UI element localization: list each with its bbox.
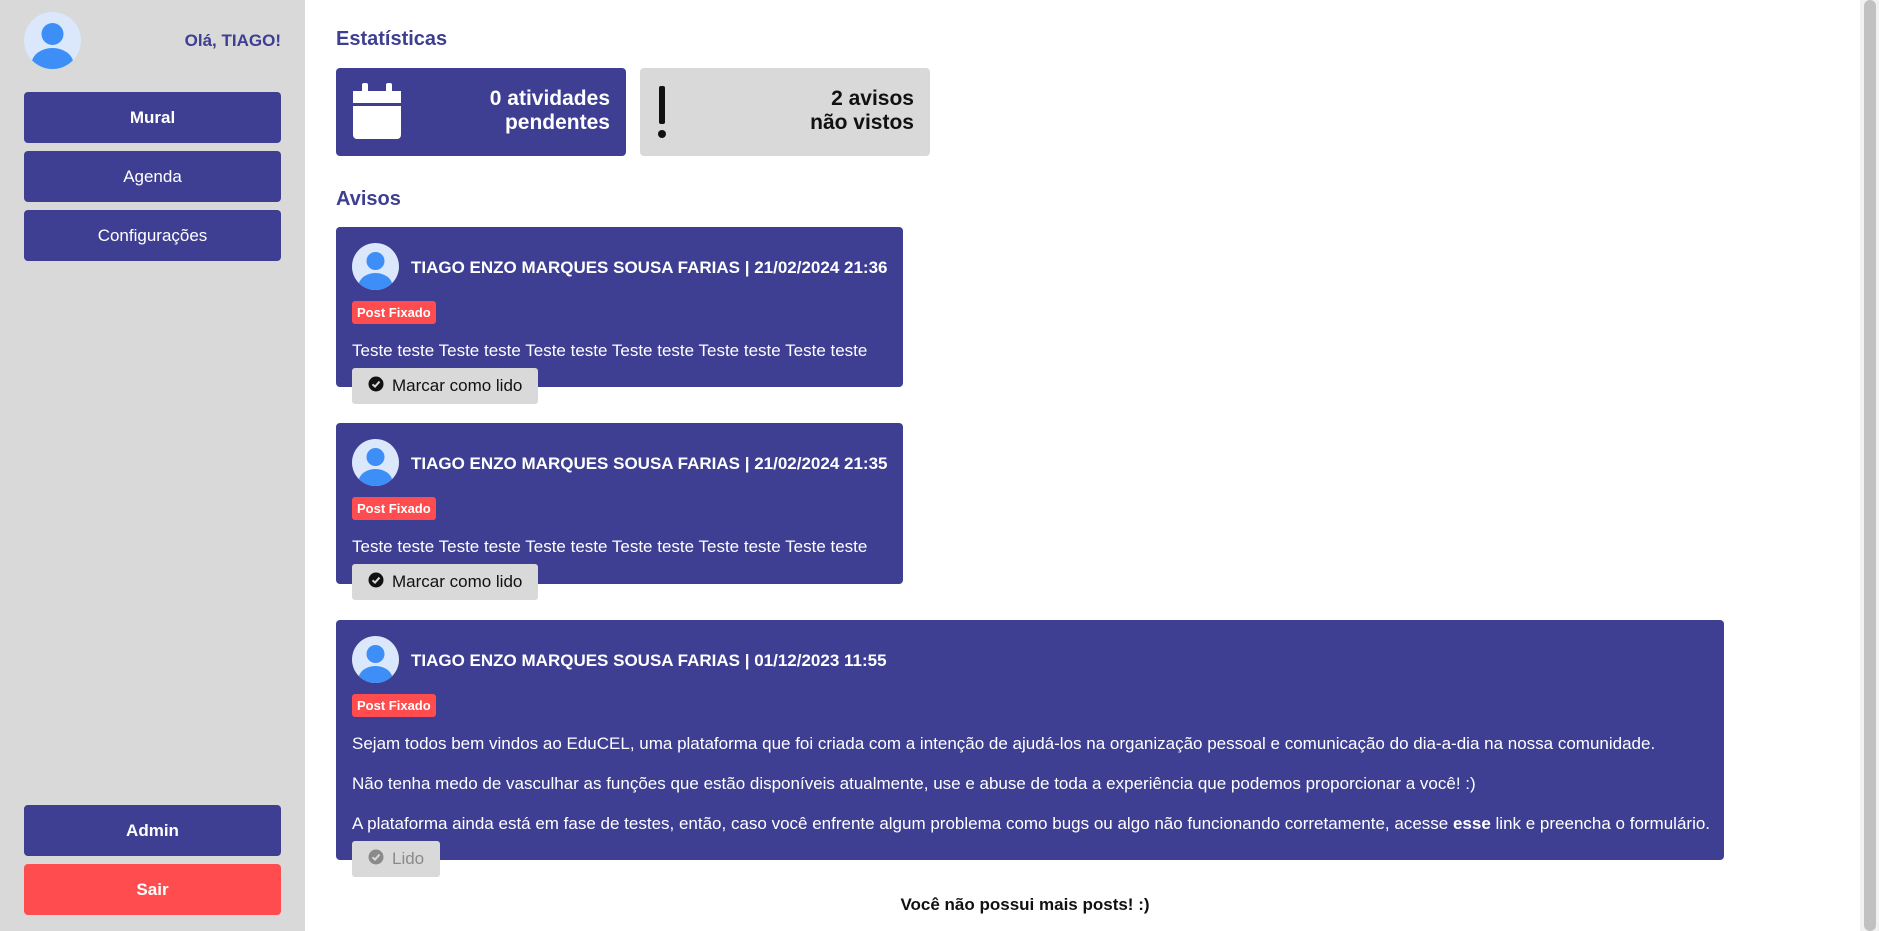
read-status-label: Lido [392, 849, 425, 868]
pending-activities-card: 0 atividades pendentes [336, 68, 626, 156]
pending-activities-label: pendentes [504, 111, 610, 134]
post-paragraph: Teste teste Teste teste Teste teste Test… [352, 341, 868, 360]
paragraph-text-before: A plataforma ainda está em fase de teste… [352, 814, 1453, 833]
stats-title: Estatísticas [336, 28, 448, 50]
post-paragraph: A plataforma ainda está em fase de teste… [352, 813, 1710, 835]
check-badge-icon [368, 376, 384, 397]
mark-as-read-label: Marcar como lido [392, 572, 523, 591]
user-avatar-icon [24, 12, 81, 69]
post-card: TIAGO ENZO MARQUES SOUSA FARIAS | 01/12/… [336, 620, 1724, 877]
check-badge-icon [368, 849, 384, 870]
unseen-notices-text: 2 avisos não vistos [810, 87, 914, 135]
post-paragraph: Teste teste Teste teste Teste teste Test… [352, 537, 868, 556]
calendar-icon [351, 83, 403, 146]
scrollbar[interactable] [1860, 0, 1879, 931]
pinned-badge: Post Fixado [352, 694, 436, 717]
form-link[interactable]: esse [1453, 814, 1491, 833]
author-avatar-icon [352, 439, 399, 486]
read-status-button[interactable]: Lido [352, 841, 441, 877]
notices-title: Avisos [336, 188, 401, 210]
mark-as-read-button[interactable]: Marcar como lido [352, 564, 539, 600]
check-badge-icon [368, 572, 384, 593]
unseen-notices-card: 2 avisos não vistos [640, 68, 930, 156]
author-avatar-icon [352, 636, 399, 683]
author-avatar-icon [352, 243, 399, 290]
logout-button[interactable]: Sair [24, 864, 281, 915]
post-header: TIAGO ENZO MARQUES SOUSA FARIAS | 01/12/… [411, 651, 887, 670]
admin-button[interactable]: Admin [24, 805, 281, 856]
profile-header: Olá, TIAGO! [24, 12, 281, 69]
pinned-badge: Post Fixado [352, 301, 436, 324]
unseen-notices-label: não vistos [810, 111, 914, 134]
scrollbar-thumb[interactable] [1864, 0, 1876, 931]
main-content: Estatísticas 0 atividades pendentes 2 av… [305, 0, 1860, 931]
post-card: TIAGO ENZO MARQUES SOUSA FARIAS | 21/02/… [336, 227, 903, 404]
post-header: TIAGO ENZO MARQUES SOUSA FARIAS | 21/02/… [411, 258, 888, 277]
unseen-notices-count: 2 avisos [831, 87, 914, 110]
nav-config-button[interactable]: Configurações [24, 210, 281, 261]
post-body: Sejam todos bem vindos ao EduCEL, uma pl… [352, 733, 1710, 853]
greeting-text: Olá, TIAGO! [184, 31, 281, 50]
pending-activities-count: 0 atividades [489, 87, 610, 110]
pinned-badge: Post Fixado [352, 497, 436, 520]
nav-agenda-button[interactable]: Agenda [24, 151, 281, 202]
mark-as-read-button[interactable]: Marcar como lido [352, 368, 539, 404]
end-of-posts-message: Você não possui mais posts! :) [900, 895, 1150, 914]
post-paragraph: Não tenha medo de vasculhar as funções q… [352, 774, 1476, 793]
pending-activities-text: 0 atividades pendentes [490, 87, 610, 135]
nav-mural-button[interactable]: Mural [24, 92, 281, 143]
paragraph-text-after: link e preencha o formulário. [1490, 814, 1711, 833]
post-header: TIAGO ENZO MARQUES SOUSA FARIAS | 21/02/… [411, 454, 888, 473]
post-paragraph: Sejam todos bem vindos ao EduCEL, uma pl… [352, 734, 1656, 753]
post-card: TIAGO ENZO MARQUES SOUSA FARIAS | 21/02/… [336, 423, 903, 600]
sidebar: Olá, TIAGO! Mural Agenda Configurações A… [0, 0, 305, 931]
exclamation-icon [656, 86, 668, 145]
mark-as-read-label: Marcar como lido [392, 376, 523, 395]
